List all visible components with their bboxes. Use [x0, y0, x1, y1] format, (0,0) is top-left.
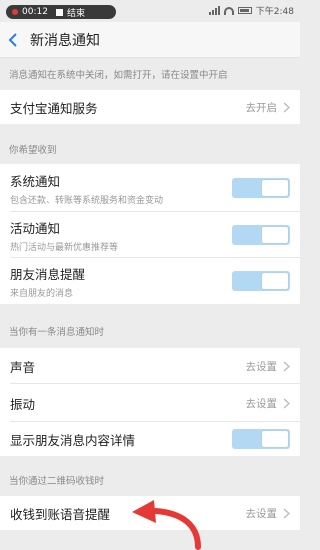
recording-time: 00:12 — [22, 7, 48, 17]
row-title: 声音 — [10, 359, 36, 375]
section-header-qr: 当你通过二维码收钱时 — [0, 456, 300, 496]
show-friend-message-detail-row: 显示朋友消息内容详情 — [0, 422, 300, 456]
nav-bar: 新消息通知 — [0, 22, 300, 58]
record-dot-icon — [12, 9, 18, 15]
row-title: 显示朋友消息内容详情 — [10, 432, 136, 448]
row-subtitle: 包含还款、转账等系统服务和资金变动 — [10, 195, 164, 206]
section-header-receive: 你希望收到 — [0, 124, 300, 164]
row-title: 朋友消息提醒 — [10, 266, 86, 282]
row-action: 去开启 — [245, 101, 278, 114]
sound-row[interactable]: 声音 去设置 — [0, 348, 300, 384]
row-action: 去设置 — [245, 507, 278, 520]
row-subtitle: 来自朋友的消息 — [10, 288, 74, 299]
activity-notification-toggle[interactable] — [232, 225, 290, 245]
activity-notification-row: 活动通知 热门活动与最新优惠推荐等 — [0, 212, 300, 258]
row-title: 活动通知 — [10, 220, 61, 236]
vibration-row[interactable]: 振动 去设置 — [0, 384, 300, 422]
signal-icon — [208, 6, 220, 15]
row-subtitle: 热门活动与最新优惠推荐等 — [10, 242, 119, 253]
wifi-icon — [223, 6, 234, 15]
status-bar: 00:12 结束 下午2:48 — [0, 0, 300, 22]
friend-message-toggle[interactable] — [232, 271, 290, 291]
chevron-right-icon — [283, 101, 290, 113]
row-title: 振动 — [10, 396, 36, 412]
show-friend-message-detail-toggle[interactable] — [232, 429, 290, 449]
row-title: 系统通知 — [10, 173, 61, 189]
friend-message-row: 朋友消息提醒 来自朋友的消息 — [0, 258, 300, 304]
chevron-right-icon — [283, 507, 290, 519]
system-notification-row: 系统通知 包含还款、转账等系统服务和资金变动 — [0, 164, 300, 212]
clock: 下午2:48 — [255, 7, 294, 17]
row-title: 收钱到账语音提醒 — [10, 506, 111, 522]
row-title: 支付宝通知服务 — [10, 100, 98, 116]
page-title: 新消息通知 — [30, 32, 100, 49]
chevron-right-icon — [283, 360, 290, 372]
payment-voice-reminder-row[interactable]: 收钱到账语音提醒 去设置 — [0, 496, 300, 530]
screen-recording-indicator[interactable]: 00:12 结束 — [6, 5, 116, 19]
section-header-when: 当你有一条消息通知时 — [0, 304, 300, 348]
alipay-notification-service-row[interactable]: 支付宝通知服务 去开启 — [0, 90, 300, 124]
row-action: 去设置 — [245, 360, 278, 373]
chevron-right-icon — [283, 397, 290, 409]
status-icons: 下午2:48 — [208, 4, 294, 17]
recording-end-label: 结束 — [66, 8, 85, 19]
battery-icon — [237, 7, 252, 14]
system-notification-toggle[interactable] — [232, 178, 290, 198]
chevron-left-icon — [8, 32, 17, 47]
stop-icon — [55, 8, 63, 16]
system-notice: 消息通知在系统中关闭，如需打开，请在设置中开启 — [0, 58, 300, 90]
row-action: 去设置 — [245, 397, 278, 410]
back-button[interactable] — [0, 22, 26, 58]
